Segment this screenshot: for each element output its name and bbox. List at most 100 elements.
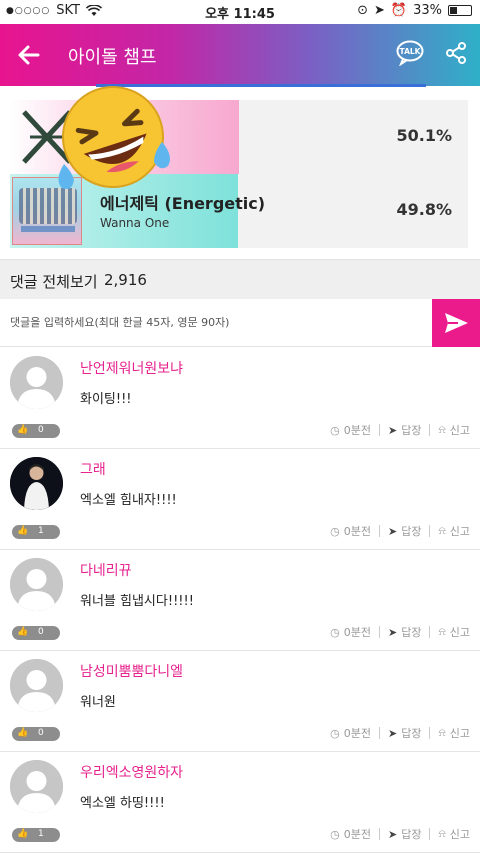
talk-label: TALK [400, 47, 422, 56]
reply-button[interactable]: 답장 [401, 826, 421, 842]
back-button[interactable] [12, 38, 46, 72]
vote-percent-1: 50.1% [396, 126, 452, 145]
avatar[interactable] [10, 457, 63, 510]
default-user-icon [10, 356, 63, 409]
comment-nickname[interactable]: 다네리뀨 [80, 560, 132, 580]
comment-item: 난언제워너원보냐 화이팅!!! 👍 0 ◷ 0분전 ➤ 답장 ⍾ 신고 [0, 348, 480, 449]
reply-icon: ➤ [387, 423, 398, 437]
like-count: 1 [38, 526, 44, 536]
avatar[interactable] [10, 558, 63, 611]
divider [378, 525, 380, 537]
view-all-comments[interactable]: 댓글 전체보기 2,916 [0, 259, 480, 299]
like-count: 0 [38, 627, 44, 637]
vote-percent-2: 49.8% [396, 200, 452, 219]
bell-icon: ⍾ [438, 524, 446, 537]
like-button[interactable]: 👍 0 [12, 424, 60, 438]
clock-icon: ◷ [330, 726, 340, 740]
like-count: 1 [38, 829, 44, 839]
divider [378, 626, 380, 638]
reply-button[interactable]: 답장 [401, 725, 421, 741]
default-user-icon [10, 760, 63, 813]
comment-meta: ◷ 0분전 ➤ 답장 ⍾ 신고 [330, 523, 470, 539]
comment-meta: ◷ 0분전 ➤ 답장 ⍾ 신고 [330, 422, 470, 438]
report-button[interactable]: 신고 [450, 725, 470, 741]
like-count: 0 [38, 728, 44, 738]
comment-meta: ◷ 0분전 ➤ 답장 ⍾ 신고 [330, 624, 470, 640]
battery-percent: 33% [413, 3, 442, 18]
comment-item: 그래 엑소엘 힘내자!!!! 👍 1 ◷ 0분전 ➤ 답장 ⍾ 신고 [0, 449, 480, 550]
battery-icon [448, 5, 472, 16]
divider [378, 727, 380, 739]
divider [429, 424, 431, 436]
reply-icon: ➤ [387, 524, 398, 538]
bell-icon: ⍾ [438, 726, 446, 739]
divider [378, 424, 380, 436]
clock-icon: ◷ [330, 625, 340, 639]
page-title: 아이돌 챔프 [68, 47, 157, 68]
report-button[interactable]: 신고 [450, 826, 470, 842]
alarm-icon: ⏰ [390, 3, 408, 18]
avatar[interactable] [10, 659, 63, 712]
artist-2: Wanna One [100, 216, 170, 230]
thumbs-up-icon: 👍 [17, 829, 29, 839]
bell-icon: ⍾ [438, 625, 446, 638]
report-button[interactable]: 신고 [450, 422, 470, 438]
send-icon [445, 313, 468, 333]
like-button[interactable]: 👍 1 [12, 525, 60, 539]
like-button[interactable]: 👍 0 [12, 727, 60, 741]
status-right: ⊙ ➤ ⏰ 33% [357, 3, 472, 18]
comment-input-row [0, 299, 480, 347]
comment-time: 0분전 [343, 828, 371, 841]
default-user-icon [10, 659, 63, 712]
send-button[interactable] [432, 299, 480, 347]
laughing-emoji-icon [58, 86, 170, 189]
comment-time: 0분전 [343, 626, 371, 639]
app-header: 아이돌 챔프 TALK [0, 24, 480, 86]
clock-icon: ◷ [330, 827, 340, 841]
reply-button[interactable]: 답장 [401, 523, 421, 539]
report-button[interactable]: 신고 [450, 523, 470, 539]
clock-icon: ◷ [330, 423, 340, 437]
comment-item: 남성미뿜뿜다니엘 워너원 👍 0 ◷ 0분전 ➤ 답장 ⍾ 신고 [0, 651, 480, 752]
comment-time: 0분전 [343, 525, 371, 538]
like-count: 0 [38, 425, 44, 435]
comment-text: 워너블 힘냅시다!!!!! [80, 594, 194, 609]
thumbs-up-icon: 👍 [17, 425, 29, 435]
comment-nickname[interactable]: 남성미뿜뿜다니엘 [80, 661, 183, 681]
divider [429, 828, 431, 840]
comment-item: 다네리뀨 워너블 힘냅시다!!!!! 👍 0 ◷ 0분전 ➤ 답장 ⍾ 신고 [0, 550, 480, 651]
reply-icon: ➤ [387, 726, 398, 740]
share-button[interactable] [444, 41, 468, 65]
comment-meta: ◷ 0분전 ➤ 답장 ⍾ 신고 [330, 725, 470, 741]
status-bar: ●○○○○ SKT 오후 11:45 ⊙ ➤ ⏰ 33% [0, 0, 480, 24]
comment-nickname[interactable]: 우리엑소영원하자 [80, 762, 183, 782]
talk-icon: TALK [396, 40, 424, 67]
divider [429, 727, 431, 739]
comment-nickname[interactable]: 난언제워너원보냐 [80, 358, 183, 378]
thumbs-up-icon: 👍 [17, 627, 29, 637]
avatar[interactable] [10, 356, 63, 409]
album-cover-title [21, 226, 75, 232]
comment-nickname[interactable]: 그래 [80, 459, 106, 479]
comment-input[interactable] [0, 299, 432, 346]
like-button[interactable]: 👍 0 [12, 626, 60, 640]
like-button[interactable]: 👍 1 [12, 828, 60, 842]
thumbs-up-icon: 👍 [17, 728, 29, 738]
kakaotalk-share-button[interactable]: TALK [396, 40, 424, 67]
reply-button[interactable]: 답장 [401, 422, 421, 438]
location-icon: ➤ [374, 3, 385, 18]
comment-meta: ◷ 0분전 ➤ 답장 ⍾ 신고 [330, 826, 470, 842]
reply-button[interactable]: 답장 [401, 624, 421, 640]
comment-text: 워너원 [80, 695, 116, 710]
bell-icon: ⍾ [438, 827, 446, 840]
report-button[interactable]: 신고 [450, 624, 470, 640]
comment-text: 엑소엘 힘내자!!!! [80, 493, 177, 508]
user-photo [10, 457, 63, 510]
avatar[interactable] [10, 760, 63, 813]
comment-item: 우리엑소영원하자 엑소엘 하띵!!!! 👍 1 ◷ 0분전 ➤ 답장 ⍾ 신고 [0, 752, 480, 853]
bell-icon: ⍾ [438, 423, 446, 436]
thumbs-up-icon: 👍 [17, 526, 29, 536]
divider [378, 828, 380, 840]
comment-text: 화이팅!!! [80, 392, 132, 407]
divider [429, 525, 431, 537]
